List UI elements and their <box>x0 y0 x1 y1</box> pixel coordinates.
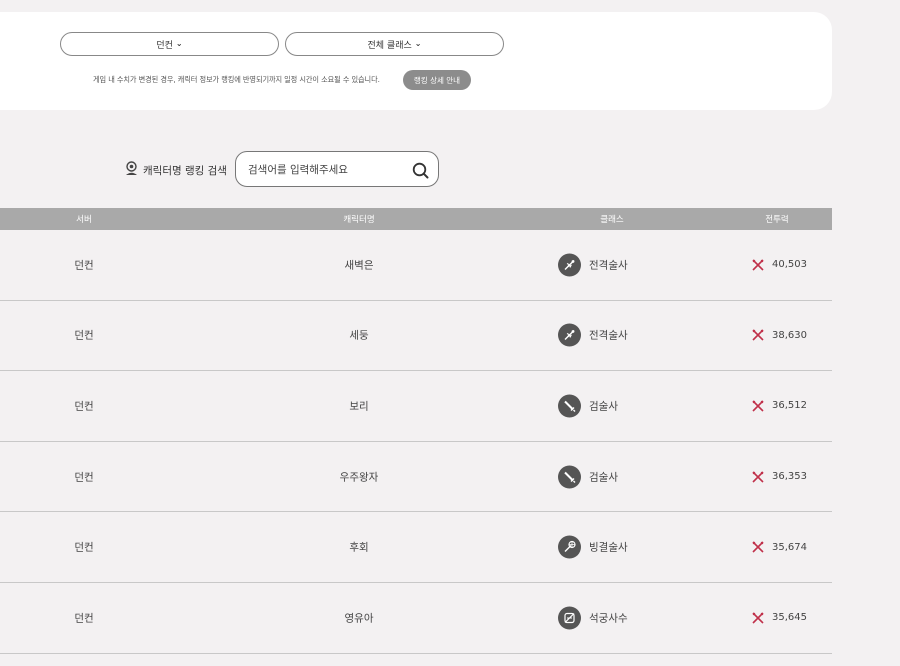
server-cell: 던컨 <box>74 612 94 625</box>
ranking-guide-button[interactable]: 랭킹 상세 안내 <box>403 70 471 90</box>
table-row[interactable]: 던컨 후회 빙결술사 35,674 <box>0 512 832 583</box>
search-label-text: 캐릭터명 랭킹 검색 <box>143 164 227 177</box>
class-name: 검술사 <box>589 471 618 484</box>
ranking-notice: 게임 내 수치가 변경된 경우, 캐릭터 정보가 랭킹에 반영되기까지 일정 시… <box>93 75 380 84</box>
power-cell: 36,353 <box>752 471 807 483</box>
chevron-down-icon: ⌄ <box>414 39 422 48</box>
power-value: 36,512 <box>772 400 807 412</box>
search-label: 캐릭터명 랭킹 검색 <box>125 161 227 179</box>
power-value: 35,674 <box>772 541 807 553</box>
header-class: 클래스 <box>600 215 624 225</box>
class-cell: 빙결술사 <box>558 535 628 559</box>
server-cell: 던컨 <box>74 400 94 413</box>
class-cell: 전격술사 <box>558 323 628 347</box>
user-icon <box>125 161 138 179</box>
ice-mage-icon <box>558 535 581 559</box>
class-select[interactable]: 전체 클래스 ⌄ <box>285 32 504 56</box>
server-cell: 던컨 <box>74 259 94 272</box>
power-cell: 38,630 <box>752 329 807 341</box>
character-name-cell[interactable]: 새벽은 <box>345 257 374 272</box>
character-name-cell[interactable]: 우주왕자 <box>340 469 379 484</box>
power-cell: 40,503 <box>752 259 807 271</box>
header-power: 전투력 <box>765 215 789 225</box>
server-select-label: 던컨 <box>156 40 173 51</box>
character-name-cell[interactable]: 영유아 <box>345 610 374 625</box>
class-cell: 검술사 <box>558 465 618 489</box>
crossbow-icon <box>558 606 581 630</box>
table-row[interactable]: 던컨 우주왕자 검술사 36,353 <box>0 442 832 513</box>
filter-panel <box>0 12 832 110</box>
character-name-cell[interactable]: 후회 <box>349 540 368 555</box>
crossed-swords-icon <box>752 259 764 271</box>
crossed-swords-icon <box>752 400 764 412</box>
ranking-table-body: 던컨 새벽은 전격술사 40,503 던컨 세둥 전격술사 38,630 던컨 보리 검술사 36,5… <box>0 230 832 654</box>
class-name: 전격술사 <box>589 329 628 342</box>
search-box <box>235 151 439 187</box>
swordsman-icon <box>558 394 581 418</box>
search-button[interactable] <box>410 160 430 180</box>
crossed-swords-icon <box>752 612 764 624</box>
class-name: 전격술사 <box>589 259 628 272</box>
server-select[interactable]: 던컨 ⌄ <box>60 32 279 56</box>
class-name: 석궁사수 <box>589 612 628 625</box>
table-row[interactable]: 던컨 보리 검술사 36,512 <box>0 371 832 442</box>
power-value: 36,353 <box>772 471 807 483</box>
power-cell: 35,645 <box>752 612 807 624</box>
class-cell: 전격술사 <box>558 253 628 277</box>
swordsman-icon <box>558 465 581 489</box>
header-server: 서버 <box>76 215 92 225</box>
class-select-label: 전체 클래스 <box>367 40 412 51</box>
header-name: 캐릭터명 <box>343 215 375 225</box>
chevron-down-icon: ⌄ <box>175 39 183 48</box>
class-name: 검술사 <box>589 400 618 413</box>
character-name-cell[interactable]: 보리 <box>349 398 368 413</box>
crossed-swords-icon <box>752 471 764 483</box>
power-value: 38,630 <box>772 329 807 341</box>
server-cell: 던컨 <box>74 471 94 484</box>
table-row[interactable]: 던컨 영유아 석궁사수 35,645 <box>0 583 832 654</box>
class-name: 빙결술사 <box>589 541 628 554</box>
power-value: 35,645 <box>772 612 807 624</box>
power-cell: 36,512 <box>752 400 807 412</box>
table-row[interactable]: 던컨 새벽은 전격술사 40,503 <box>0 230 832 301</box>
class-cell: 검술사 <box>558 394 618 418</box>
class-cell: 석궁사수 <box>558 606 628 630</box>
table-header: 서버 캐릭터명 클래스 전투력 <box>0 208 832 230</box>
crossed-swords-icon <box>752 541 764 553</box>
table-row[interactable]: 던컨 세둥 전격술사 38,630 <box>0 301 832 372</box>
power-value: 40,503 <box>772 259 807 271</box>
server-cell: 던컨 <box>74 329 94 342</box>
search-input[interactable] <box>248 161 408 179</box>
lightning-mage-icon <box>558 253 581 277</box>
power-cell: 35,674 <box>752 541 807 553</box>
lightning-mage-icon <box>558 323 581 347</box>
search-icon <box>412 162 428 178</box>
crossed-swords-icon <box>752 329 764 341</box>
server-cell: 던컨 <box>74 541 94 554</box>
character-name-cell[interactable]: 세둥 <box>349 328 368 343</box>
